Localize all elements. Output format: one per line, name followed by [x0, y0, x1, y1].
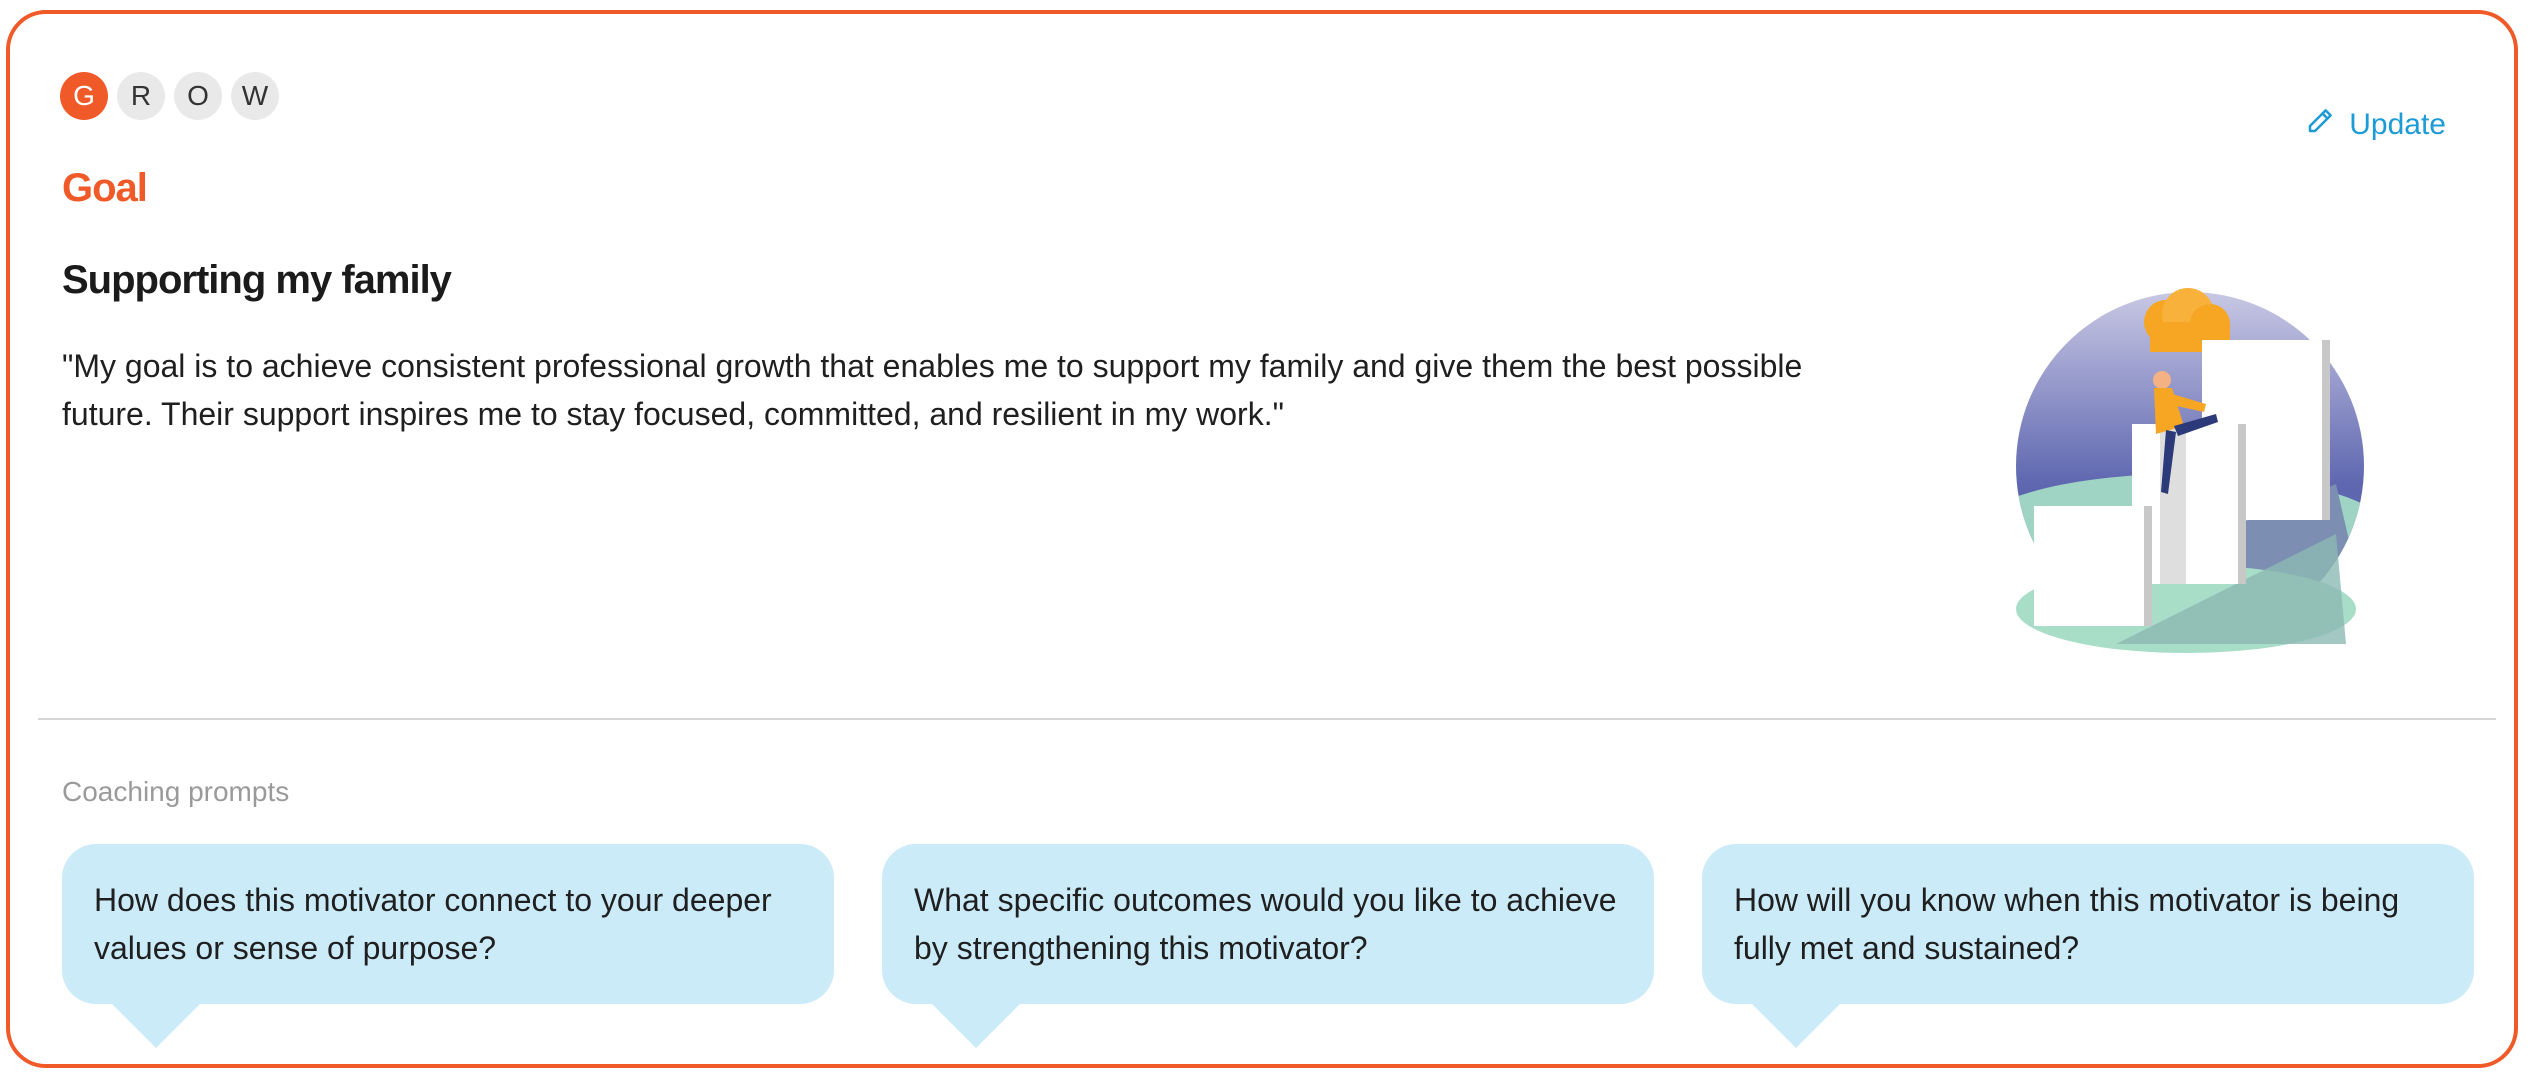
goal-description: "My goal is to achieve consistent profes…: [62, 348, 1803, 432]
step-w[interactable]: W: [231, 72, 279, 120]
section-title: Goal: [62, 166, 148, 210]
coaching-prompt[interactable]: How does this motivator connect to your …: [62, 844, 834, 1048]
coaching-prompts-label: Coaching prompts: [62, 776, 290, 807]
goal-card: G R O W Goal Update Supporting my family…: [6, 10, 2518, 1068]
grow-stepper: G R O W: [60, 72, 279, 120]
divider: [38, 718, 2496, 720]
pencil-icon: [2305, 106, 2335, 144]
goal-title: Supporting my family: [62, 258, 452, 302]
step-g[interactable]: G: [60, 72, 108, 120]
goal-illustration: [2006, 284, 2376, 674]
coaching-prompt[interactable]: What specific outcomes would you like to…: [882, 844, 1654, 1048]
coaching-prompts-list: How does this motivator connect to your …: [62, 844, 2474, 1048]
step-r[interactable]: R: [117, 72, 165, 120]
coaching-prompt[interactable]: How will you know when this motivator is…: [1702, 844, 2474, 1048]
update-label: Update: [2349, 108, 2446, 141]
step-o[interactable]: O: [174, 72, 222, 120]
update-button[interactable]: Update: [2305, 106, 2446, 144]
